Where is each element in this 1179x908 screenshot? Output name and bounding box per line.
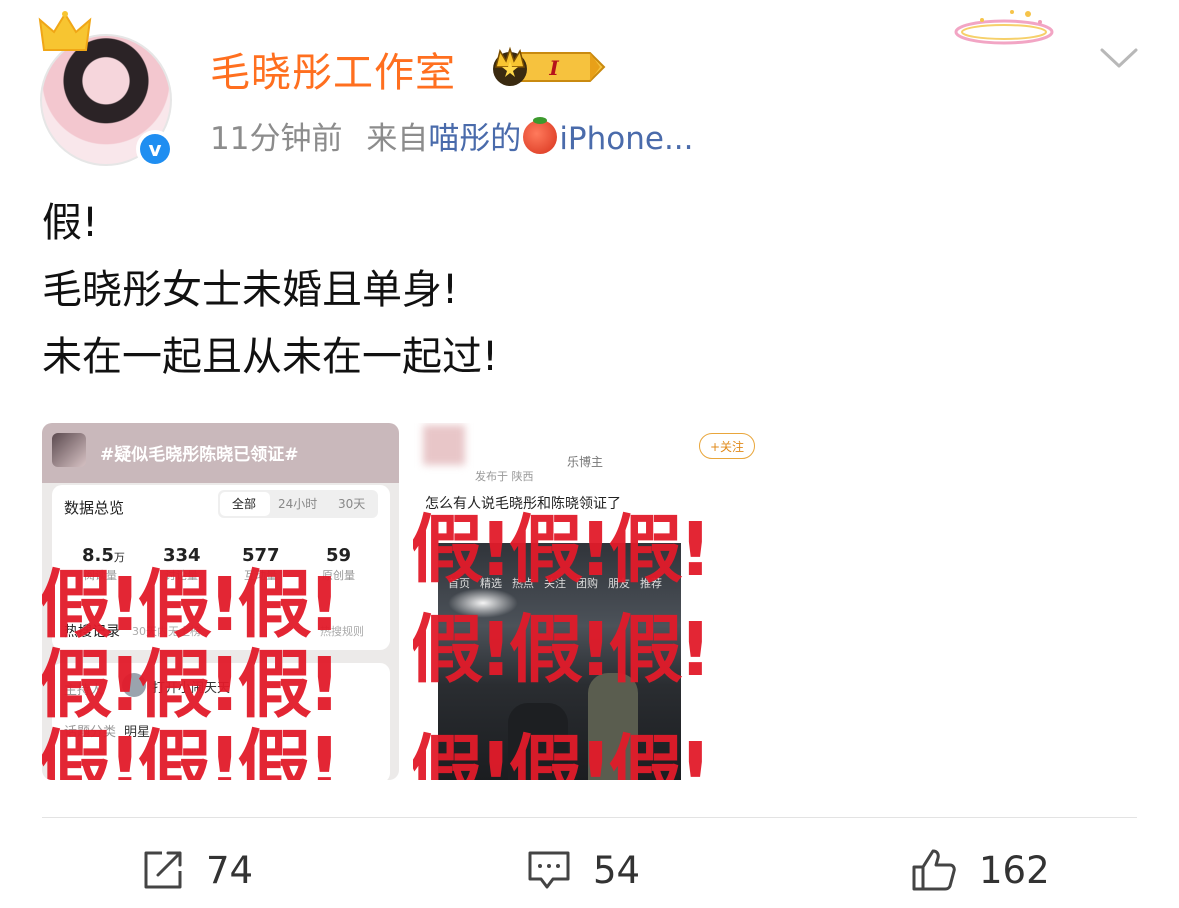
post-location: 发布于 陕西 <box>475 470 534 483</box>
source-link[interactable]: 喵彤的 <box>428 121 521 157</box>
username[interactable]: 毛晓彤工作室 <box>210 40 456 98</box>
post-line: 未在一起且从未在一起过! <box>42 334 499 380</box>
thumbs-up-icon <box>912 849 956 891</box>
repost-button[interactable]: 74 <box>142 848 253 892</box>
post-image-1[interactable]: #疑似毛晓彤陈晓已领证# 数据总览 全部 24小时 30天 8.5万 334 5… <box>42 423 399 780</box>
fake-overlay-text: 假!假!假! <box>413 727 712 780</box>
post-image-2[interactable]: +关注 乐博主 发布于 陕西 怎么有人说毛晓彤和陈晓领证了 首页 精选 热点 关注 团购… <box>413 423 770 780</box>
post-body: 假! 毛晓彤女士未婚且单身! 未在一起且从未在一起过! <box>42 190 498 391</box>
avatar[interactable]: v <box>38 11 174 168</box>
fake-overlay-text: 假!假!假! <box>413 507 712 593</box>
comment-button[interactable]: 54 <box>527 848 640 892</box>
comment-icon <box>528 851 570 889</box>
fake-overlay-text: 假!假!假! <box>42 642 341 728</box>
crown-icon <box>38 11 92 51</box>
like-count: 162 <box>979 848 1050 892</box>
fake-overlay-text: 假!假!假! <box>413 607 712 693</box>
chevron-down-icon[interactable] <box>1098 42 1140 74</box>
blurred-avatar <box>423 425 465 465</box>
tab-all[interactable]: 全部 <box>232 495 256 512</box>
tab-30d[interactable]: 30天 <box>338 495 365 512</box>
repost-count: 74 <box>206 848 254 892</box>
topic-thumbnail <box>52 433 86 467</box>
sparkle-decoration-icon <box>954 10 1054 45</box>
tomato-icon <box>523 117 558 154</box>
fake-overlay-text: 假!假!假! <box>42 722 341 780</box>
vip-crown-badge-icon[interactable]: I <box>490 45 606 89</box>
comment-count: 54 <box>593 848 641 892</box>
like-button[interactable]: 162 <box>911 848 1050 892</box>
divider <box>42 817 1137 818</box>
verified-badge-icon: v <box>136 130 174 168</box>
post-meta: 11分钟前 来自喵彤的 iPhone... <box>210 113 694 158</box>
topic-hashtag: #疑似毛晓彤陈晓已领证# <box>100 445 299 465</box>
fake-overlay-text: 假!假!假! <box>42 562 341 648</box>
range-tabs: 全部 24小时 30天 <box>218 490 378 518</box>
source-device[interactable]: iPhone... <box>559 121 693 157</box>
tab-24h[interactable]: 24小时 <box>278 495 317 512</box>
time-ago: 11分钟前 <box>210 121 343 157</box>
vip-level: I <box>548 56 559 80</box>
post-line: 毛晓彤女士未婚且单身! <box>42 267 459 313</box>
post-line: 假! <box>42 200 99 246</box>
overview-title: 数据总览 <box>64 499 125 517</box>
follow-button[interactable]: +关注 <box>699 433 755 459</box>
repost-icon <box>144 851 182 889</box>
source-prefix: 来自 <box>366 121 429 157</box>
blurred-username: 乐博主 <box>567 455 604 469</box>
